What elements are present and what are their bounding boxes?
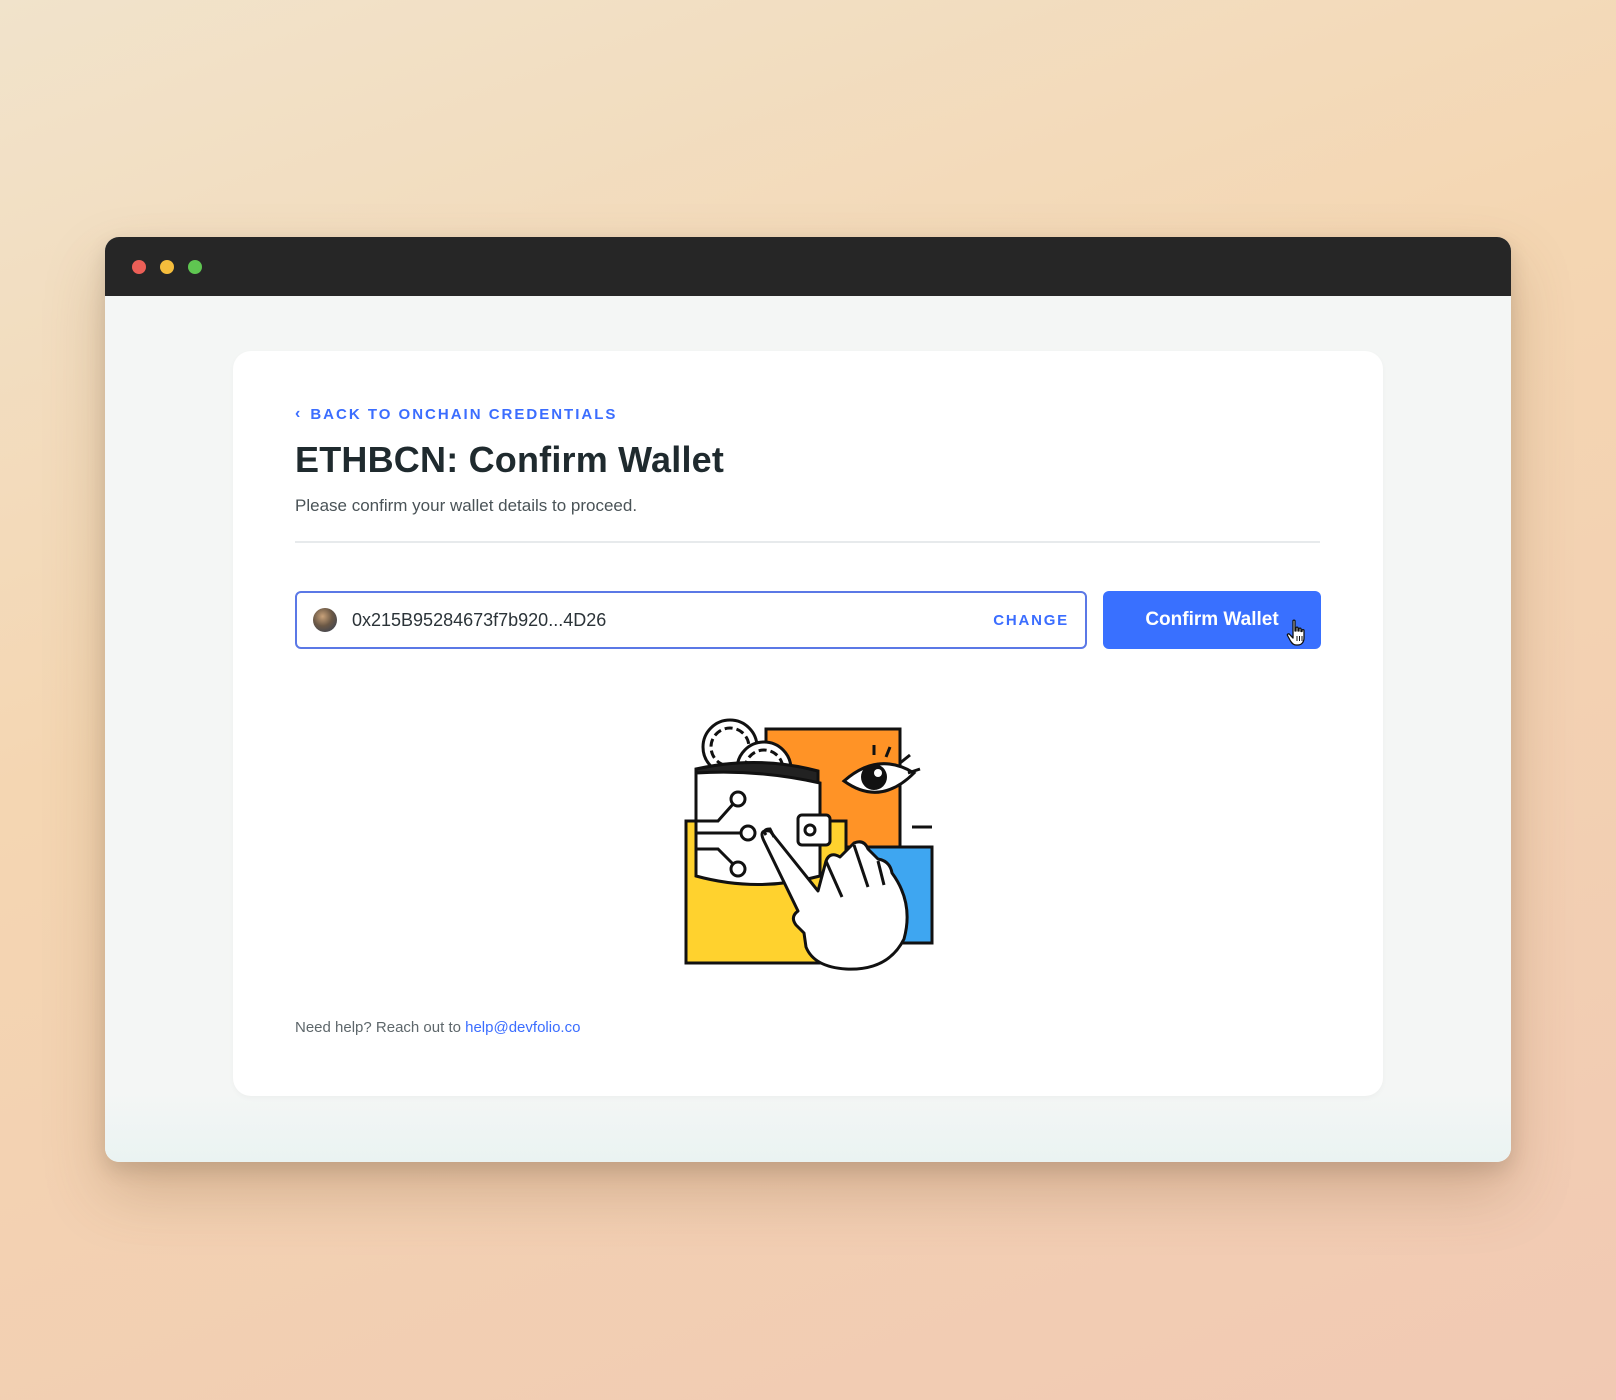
divider xyxy=(295,541,1320,543)
maximize-window-button[interactable] xyxy=(188,260,202,274)
help-text: Need help? Reach out to help@devfolio.co xyxy=(295,1019,580,1036)
browser-window: ‹ BACK TO ONCHAIN CREDENTIALS ETHBCN: Co… xyxy=(105,237,1511,1162)
page-subtitle: Please confirm your wallet details to pr… xyxy=(295,496,638,515)
chevron-left-icon: ‹ xyxy=(295,405,303,422)
wallet-address: 0x215B95284673f7b920...4D26 xyxy=(352,609,607,630)
change-wallet-button[interactable]: CHANGE xyxy=(993,612,1069,629)
wallet-address-field[interactable]: 0x215B95284673f7b920...4D26 CHANGE xyxy=(295,591,1087,649)
close-window-button[interactable] xyxy=(132,260,146,274)
wallet-avatar xyxy=(313,608,337,632)
help-prefix: Need help? Reach out to xyxy=(295,1019,466,1036)
wallet-hand-illustration xyxy=(684,718,934,971)
back-to-onchain-credentials-link[interactable]: ‹ BACK TO ONCHAIN CREDENTIALS xyxy=(295,405,617,423)
page-content: ‹ BACK TO ONCHAIN CREDENTIALS ETHBCN: Co… xyxy=(105,296,1511,1162)
help-email-link[interactable]: help@devfolio.co xyxy=(465,1019,580,1036)
page-title: ETHBCN: Confirm Wallet xyxy=(295,439,725,480)
back-link-label: BACK TO ONCHAIN CREDENTIALS xyxy=(310,405,618,423)
confirm-wallet-card: ‹ BACK TO ONCHAIN CREDENTIALS ETHBCN: Co… xyxy=(233,351,1383,1096)
hand-pointer-cursor-icon xyxy=(1286,619,1305,646)
minimize-window-button[interactable] xyxy=(160,260,174,274)
window-titlebar xyxy=(105,237,1511,296)
